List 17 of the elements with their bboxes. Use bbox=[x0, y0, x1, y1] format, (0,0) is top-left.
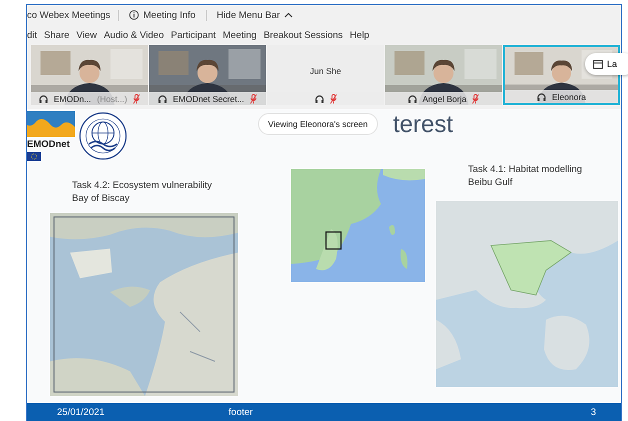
app-title: co Webex Meetings bbox=[27, 10, 110, 20]
task-title: Task 4.1: Habitat modelling bbox=[468, 163, 584, 176]
viewing-screen-badge: Viewing Eleonora's screen bbox=[258, 113, 378, 135]
participant-name: Angel Borja bbox=[422, 94, 466, 104]
participant-name: Jun She bbox=[310, 66, 342, 76]
task-title: Task 4.2: Ecosystem vulnerability bbox=[72, 179, 213, 192]
task-subtitle: Beibu Gulf bbox=[468, 176, 514, 189]
slide-date: 25/01/2021 bbox=[57, 406, 105, 418]
logo-text: EMODnet bbox=[27, 139, 71, 150]
slide-title: terest bbox=[393, 111, 454, 140]
slide-number: 3 bbox=[590, 406, 596, 418]
task-subtitle: Bay of Biscay bbox=[72, 192, 131, 205]
participant-name: EMODnet Secret... bbox=[172, 94, 244, 104]
slide-footer-text: footer bbox=[228, 406, 253, 418]
host-label: (Host...) bbox=[97, 94, 128, 104]
participant-name: EMODn... bbox=[54, 94, 92, 104]
participant-name: Eleonora bbox=[552, 92, 586, 102]
